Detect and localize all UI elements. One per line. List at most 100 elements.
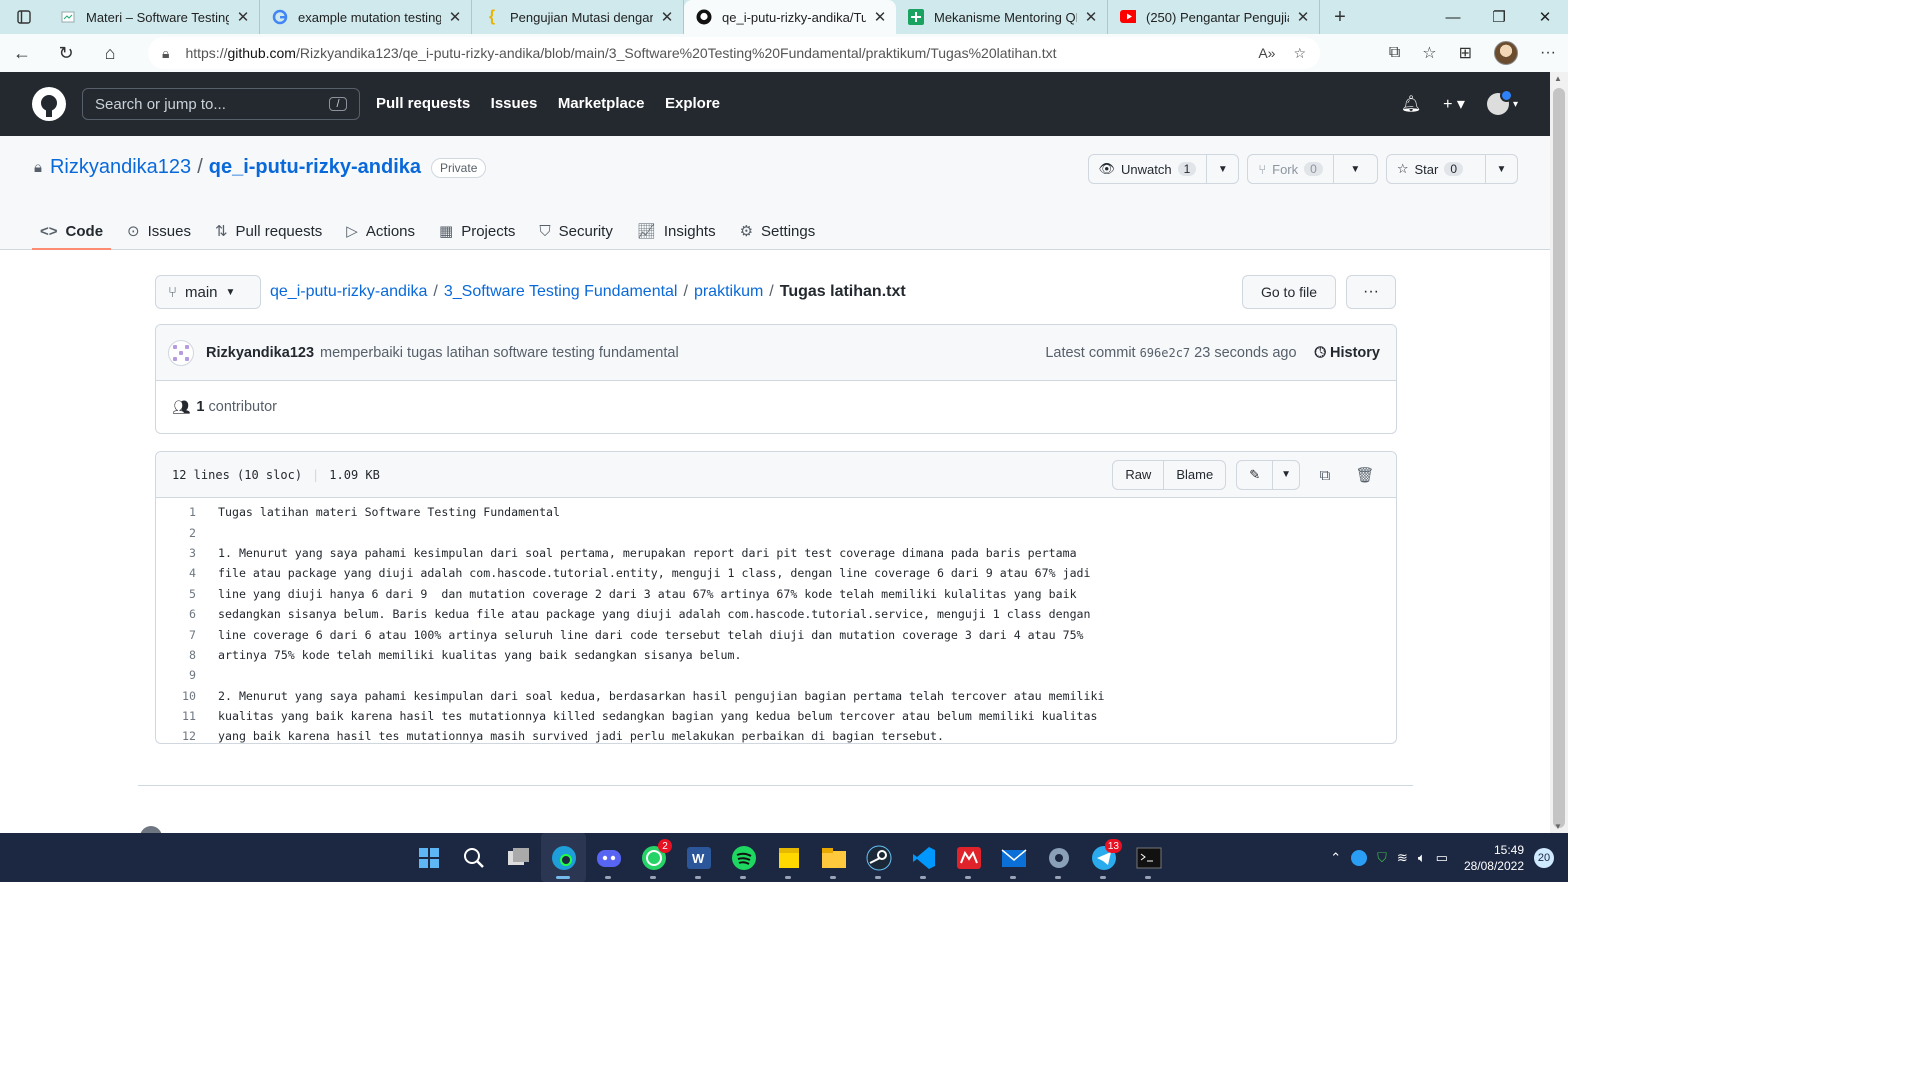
more-options-button[interactable]: ··· bbox=[1346, 275, 1396, 309]
browser-tab[interactable]: Mekanisme Mentoring QE I ✕ bbox=[896, 0, 1108, 34]
history-link[interactable]: 🕓︎ History bbox=[1315, 345, 1380, 361]
close-tab-icon[interactable]: ✕ bbox=[447, 8, 463, 26]
word-icon[interactable]: W bbox=[676, 833, 721, 882]
tab-security[interactable]: ⛉ Security bbox=[531, 212, 620, 250]
browser-tab-active[interactable]: qe_i-putu-rizky-andika/Tug ✕ bbox=[684, 0, 896, 34]
breadcrumb-folder-link[interactable]: praktikum bbox=[694, 283, 763, 301]
line-number[interactable]: 11 bbox=[156, 709, 206, 723]
favorite-add-icon[interactable]: ☆ bbox=[1293, 45, 1306, 62]
tab-actions-icon[interactable] bbox=[0, 0, 48, 34]
onedrive-icon[interactable] bbox=[1351, 849, 1368, 866]
refresh-icon[interactable]: ↻ bbox=[44, 34, 88, 72]
volume-icon[interactable]: 🔈︎ bbox=[1418, 850, 1426, 866]
collections-icon[interactable]: ⊞ bbox=[1459, 43, 1472, 63]
close-tab-icon[interactable]: ✕ bbox=[235, 8, 251, 26]
chevron-down-icon[interactable]: ▼ bbox=[1332, 155, 1377, 183]
go-to-file-button[interactable]: Go to file bbox=[1242, 275, 1336, 309]
edge-icon[interactable] bbox=[541, 833, 586, 882]
tab-code[interactable]: <> Code bbox=[32, 212, 112, 250]
chevron-down-icon[interactable]: ▼ bbox=[1485, 155, 1517, 183]
create-new-dropdown-icon[interactable]: + ▾ bbox=[1443, 94, 1465, 114]
chevron-down-icon[interactable]: ▼ bbox=[1272, 460, 1299, 489]
terminal-icon[interactable] bbox=[1126, 833, 1171, 882]
copy-icon[interactable]: ⧉ bbox=[1310, 460, 1340, 490]
tab-settings[interactable]: ⚙ Settings bbox=[732, 212, 824, 250]
tab-pull-requests[interactable]: ⇅ Pull requests bbox=[207, 212, 330, 250]
wifi-icon[interactable]: ≋ bbox=[1397, 850, 1408, 866]
close-tab-icon[interactable]: ✕ bbox=[872, 8, 888, 26]
branch-selector[interactable]: ⑂ main ▼ bbox=[155, 275, 261, 309]
commit-message[interactable]: memperbaiki tugas latihan software testi… bbox=[320, 345, 679, 361]
browser-tab[interactable]: { Pengujian Mutasi dengan Pi ✕ bbox=[472, 0, 684, 34]
sticky-notes-icon[interactable] bbox=[766, 833, 811, 882]
scrollbar-thumb[interactable] bbox=[1553, 88, 1565, 828]
spotify-icon[interactable] bbox=[721, 833, 766, 882]
close-tab-icon[interactable]: ✕ bbox=[1083, 8, 1099, 26]
mail-icon[interactable] bbox=[991, 833, 1036, 882]
back-icon[interactable]: ← bbox=[0, 34, 44, 72]
pencil-icon[interactable]: ✎ bbox=[1237, 461, 1272, 489]
line-number[interactable]: 2 bbox=[156, 526, 206, 540]
tab-projects[interactable]: ▦ Projects bbox=[431, 212, 523, 250]
author-avatar[interactable] bbox=[168, 339, 194, 366]
line-number[interactable]: 4 bbox=[156, 566, 206, 580]
page-scrollbar[interactable]: ▲ ▼ bbox=[1550, 72, 1568, 833]
tab-actions[interactable]: ▷ Actions bbox=[338, 212, 423, 250]
line-number[interactable]: 12 bbox=[156, 729, 206, 743]
mendeley-icon[interactable] bbox=[946, 833, 991, 882]
clock[interactable]: 15:49 28/08/2022 bbox=[1464, 842, 1524, 874]
unwatch-button[interactable]: 👁︎ Unwatch 1 ▼ bbox=[1087, 154, 1240, 184]
line-number[interactable]: 3 bbox=[156, 546, 206, 560]
line-number[interactable]: 1 bbox=[156, 505, 206, 519]
more-menu-icon[interactable]: ··· bbox=[1540, 44, 1556, 62]
file-explorer-icon[interactable] bbox=[811, 833, 856, 882]
scroll-up-icon[interactable]: ▲ bbox=[1554, 74, 1562, 83]
line-number[interactable]: 9 bbox=[156, 668, 206, 682]
address-bar[interactable]: 🔒︎ https://github.com/Rizkyandika123/qe_… bbox=[148, 37, 1320, 69]
commit-author[interactable]: Rizkyandika123 bbox=[206, 345, 314, 361]
telegram-icon[interactable]: 13 bbox=[1081, 833, 1126, 882]
trash-icon[interactable]: 🗑︎ bbox=[1350, 460, 1380, 490]
nav-explore[interactable]: Explore bbox=[665, 95, 720, 112]
tab-insights[interactable]: 📈︎ Insights bbox=[629, 212, 724, 250]
fork-button[interactable]: ⑂ Fork 0 ▼ bbox=[1247, 154, 1378, 184]
close-window-icon[interactable]: ✕ bbox=[1522, 0, 1568, 34]
github-logo-icon[interactable] bbox=[32, 87, 66, 121]
scroll-down-icon[interactable]: ▼ bbox=[1554, 822, 1562, 831]
browser-tab[interactable]: example mutation testing - ✕ bbox=[260, 0, 472, 34]
nav-pull-requests[interactable]: Pull requests bbox=[376, 95, 470, 112]
browser-tab[interactable]: Materi – Software Testing Fu ✕ bbox=[48, 0, 260, 34]
discord-icon[interactable] bbox=[586, 833, 631, 882]
battery-icon[interactable]: ▭ bbox=[1436, 850, 1448, 866]
line-number[interactable]: 6 bbox=[156, 607, 206, 621]
home-icon[interactable]: ⌂ bbox=[88, 34, 132, 72]
breadcrumb-repo-link[interactable]: qe_i-putu-rizky-andika bbox=[270, 283, 427, 301]
read-aloud-icon[interactable]: A» bbox=[1258, 45, 1275, 62]
search-icon[interactable] bbox=[451, 833, 496, 882]
line-number[interactable]: 8 bbox=[156, 648, 206, 662]
whatsapp-icon[interactable]: 2 bbox=[631, 833, 676, 882]
browser-tab[interactable]: (250) Pengantar Pengujian I ✕ bbox=[1108, 0, 1320, 34]
breadcrumb-folder-link[interactable]: 3_Software Testing Fundamental bbox=[444, 283, 678, 301]
blame-button[interactable]: Blame bbox=[1163, 460, 1225, 489]
new-tab-button[interactable]: + bbox=[1320, 0, 1360, 34]
search-input[interactable]: Search or jump to... / bbox=[82, 88, 360, 120]
line-number[interactable]: 5 bbox=[156, 587, 206, 601]
line-number[interactable]: 7 bbox=[156, 628, 206, 642]
notifications-bell-icon[interactable]: 🔔︎ bbox=[1401, 94, 1421, 114]
nav-marketplace[interactable]: Marketplace bbox=[558, 95, 645, 112]
tab-issues[interactable]: ⊙ Issues bbox=[119, 212, 199, 250]
repo-name-link[interactable]: qe_i-putu-rizky-andika bbox=[209, 156, 421, 179]
notification-count-badge[interactable]: 20 bbox=[1534, 847, 1554, 868]
chevron-down-icon[interactable]: ▼ bbox=[1206, 155, 1238, 183]
commit-sha[interactable]: 696e2c7 bbox=[1140, 346, 1191, 360]
favorites-icon[interactable]: ☆ bbox=[1422, 43, 1436, 63]
raw-button[interactable]: Raw bbox=[1113, 461, 1163, 489]
close-tab-icon[interactable]: ✕ bbox=[659, 8, 675, 26]
nav-issues[interactable]: Issues bbox=[491, 95, 538, 112]
chevron-up-icon[interactable]: ⌃ bbox=[1330, 850, 1341, 866]
star-button[interactable]: ☆ Star 0 ▼ bbox=[1385, 154, 1518, 184]
start-icon[interactable] bbox=[406, 833, 451, 882]
line-number[interactable]: 10 bbox=[156, 689, 206, 703]
contributors-row[interactable]: 👥︎ 1 contributor bbox=[156, 381, 1396, 433]
